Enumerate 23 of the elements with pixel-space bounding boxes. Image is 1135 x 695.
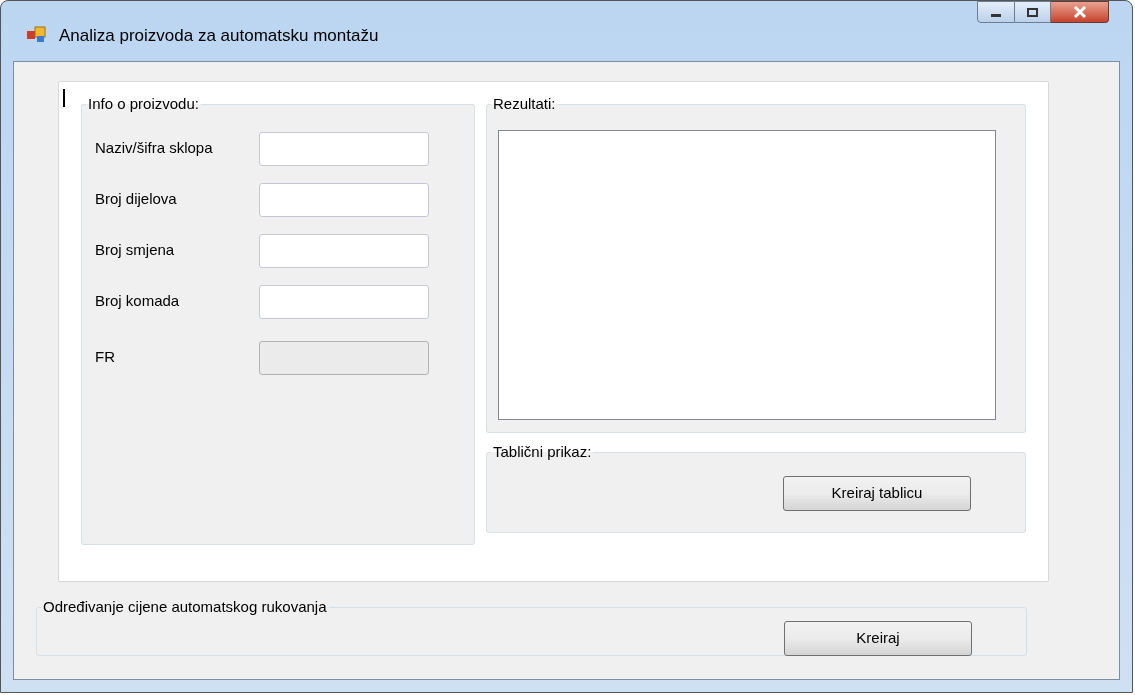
window-title: Analiza proizvoda za automatsku montažu <box>59 25 379 47</box>
minimize-button[interactable] <box>977 1 1015 23</box>
text-cursor <box>63 89 65 107</box>
field-label: Broj dijelova <box>95 189 178 210</box>
field-label: FR <box>95 347 116 368</box>
group-title: Info o proizvodu: <box>88 95 199 112</box>
group-title: Rezultati: <box>493 95 556 112</box>
field-label: Naziv/šifra sklopa <box>95 138 214 159</box>
close-icon <box>1072 6 1087 18</box>
input-field[interactable] <box>259 182 429 217</box>
app-icon <box>27 25 47 43</box>
create-button[interactable]: Kreiraj <box>784 620 972 656</box>
group-title: Određivanje cijene automatskog rukovanja <box>43 598 327 615</box>
create-button[interactable]: Kreiraj tablicu <box>783 475 971 511</box>
field-label: Broj komada <box>95 291 181 312</box>
group-title: Tablični prikaz: <box>493 443 592 460</box>
input-field[interactable] <box>259 131 429 166</box>
input-field[interactable] <box>259 284 429 319</box>
input-field[interactable] <box>259 233 429 268</box>
close-button[interactable] <box>1051 1 1109 23</box>
field-label: Broj smjena <box>95 240 176 261</box>
maximize-button[interactable] <box>1015 1 1051 23</box>
results-text-area[interactable] <box>498 129 996 420</box>
